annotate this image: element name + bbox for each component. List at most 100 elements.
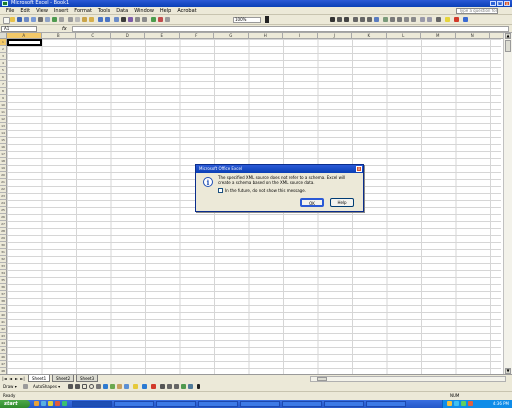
taskbar-button-2[interactable] <box>114 401 154 407</box>
menu-file[interactable]: File <box>6 7 14 15</box>
row-header-6[interactable]: 6 <box>0 74 7 81</box>
start-button[interactable]: start <box>0 400 30 408</box>
row-header-34[interactable]: 34 <box>0 270 7 277</box>
row-header-24[interactable]: 24 <box>0 200 7 207</box>
dash-style-icon[interactable] <box>167 384 172 389</box>
row-header-41[interactable]: 41 <box>0 319 7 326</box>
row-header-1[interactable]: 1 <box>0 39 7 46</box>
row-header-35[interactable]: 35 <box>0 277 7 284</box>
draw-menu-button[interactable]: Draw ▾ <box>3 384 17 390</box>
menu-edit[interactable]: Edit <box>20 7 30 15</box>
row-header-8[interactable]: 8 <box>0 88 7 95</box>
row-header-39[interactable]: 39 <box>0 305 7 312</box>
dialog-close-button[interactable]: x <box>356 166 362 172</box>
row-header-45[interactable]: 45 <box>0 347 7 354</box>
menu-format[interactable]: Format <box>74 7 92 15</box>
function-icon[interactable] <box>128 17 133 22</box>
taskbar-button-3[interactable] <box>156 401 196 407</box>
first-sheet-icon[interactable]: |◄ <box>2 376 7 381</box>
formula-input[interactable] <box>72 26 509 32</box>
row-header-44[interactable]: 44 <box>0 340 7 347</box>
active-cell-a1[interactable] <box>7 39 42 46</box>
row-header-32[interactable]: 32 <box>0 256 7 263</box>
row-header-28[interactable]: 28 <box>0 228 7 235</box>
taskbar-button-4[interactable] <box>198 401 238 407</box>
taskbar-button-5[interactable] <box>240 401 280 407</box>
last-sheet-icon[interactable]: ►| <box>20 376 25 381</box>
quicklaunch-browser-icon[interactable] <box>34 401 39 406</box>
excel-app-icon[interactable] <box>2 1 8 6</box>
row-header-4[interactable]: 4 <box>0 60 7 67</box>
print-preview-icon[interactable] <box>45 17 50 22</box>
autoshapes-button[interactable]: AutoShapes ▾ <box>33 384 60 390</box>
3d-style-icon[interactable] <box>188 384 193 389</box>
font-color-icon[interactable] <box>454 17 459 22</box>
borders-icon[interactable] <box>436 17 441 22</box>
cut-icon[interactable] <box>68 17 73 22</box>
align-center-icon[interactable] <box>360 17 365 22</box>
arrow-icon[interactable] <box>75 384 80 389</box>
fill-color-icon[interactable] <box>445 17 450 22</box>
prev-sheet-icon[interactable]: ◄ <box>8 376 13 381</box>
clock[interactable]: 4:36 PM <box>493 400 509 408</box>
print-icon[interactable] <box>38 17 43 22</box>
quicklaunch-media-icon[interactable] <box>55 401 60 406</box>
textbox-icon[interactable] <box>96 384 101 389</box>
scroll-up-icon[interactable]: ▲ <box>505 33 511 39</box>
row-header-2[interactable]: 2 <box>0 46 7 53</box>
row-header-11[interactable]: 11 <box>0 109 7 116</box>
underline-icon[interactable] <box>344 17 349 22</box>
tray-icon-3[interactable] <box>461 401 466 406</box>
italic-icon[interactable] <box>337 17 342 22</box>
row-header-27[interactable]: 27 <box>0 221 7 228</box>
increase-indent-icon[interactable] <box>427 17 432 22</box>
help-button[interactable]: Help <box>330 198 354 207</box>
ok-button[interactable]: OK <box>300 198 324 207</box>
decrease-decimal-icon[interactable] <box>411 17 416 22</box>
help-question-box[interactable]: Type a question for help <box>456 8 498 14</box>
align-right-icon[interactable] <box>367 17 372 22</box>
row-header-42[interactable]: 42 <box>0 326 7 333</box>
redo-icon[interactable] <box>105 17 110 22</box>
line-color-icon[interactable] <box>142 384 147 389</box>
select-objects-icon[interactable] <box>23 384 28 389</box>
menu-insert[interactable]: Insert <box>54 7 68 15</box>
rectangle-icon[interactable] <box>82 384 87 389</box>
menu-tools[interactable]: Tools <box>98 7 110 15</box>
do-not-show-label[interactable]: In the future, do not show this message. <box>225 188 306 193</box>
sort-descending-icon[interactable] <box>142 17 147 22</box>
quicklaunch-excel-icon[interactable] <box>62 401 67 406</box>
taskbar-button-7[interactable] <box>324 401 364 407</box>
row-header-15[interactable]: 15 <box>0 137 7 144</box>
menu-window[interactable]: Window <box>134 7 154 15</box>
row-header-31[interactable]: 31 <box>0 249 7 256</box>
row-header-22[interactable]: 22 <box>0 186 7 193</box>
row-header-30[interactable]: 30 <box>0 242 7 249</box>
menu-view[interactable]: View <box>36 7 48 15</box>
bold-icon[interactable] <box>330 17 335 22</box>
menu-help[interactable]: Help <box>160 7 171 15</box>
percent-icon[interactable] <box>390 17 395 22</box>
row-header-5[interactable]: 5 <box>0 67 7 74</box>
row-header-26[interactable]: 26 <box>0 214 7 221</box>
row-header-37[interactable]: 37 <box>0 291 7 298</box>
format-painter-icon[interactable] <box>89 17 94 22</box>
toolbar-options-icon[interactable] <box>463 17 468 22</box>
row-header-40[interactable]: 40 <box>0 312 7 319</box>
row-header-36[interactable]: 36 <box>0 284 7 291</box>
row-header-25[interactable]: 25 <box>0 207 7 214</box>
comma-style-icon[interactable] <box>397 17 402 22</box>
row-header-13[interactable]: 13 <box>0 123 7 130</box>
wordart-icon[interactable] <box>103 384 108 389</box>
row-header-9[interactable]: 9 <box>0 95 7 102</box>
menu-data[interactable]: Data <box>116 7 128 15</box>
open-icon[interactable] <box>10 17 15 22</box>
zoom-select[interactable]: 100% <box>233 17 261 23</box>
merge-center-icon[interactable] <box>374 17 379 22</box>
tray-icon-1[interactable] <box>447 401 452 406</box>
menu-acrobat[interactable]: Acrobat <box>177 7 196 15</box>
autosum-icon[interactable] <box>121 17 126 22</box>
draw-font-color-icon[interactable] <box>151 384 156 389</box>
taskbar-button-8[interactable] <box>366 401 406 407</box>
row-header-19[interactable]: 19 <box>0 165 7 172</box>
